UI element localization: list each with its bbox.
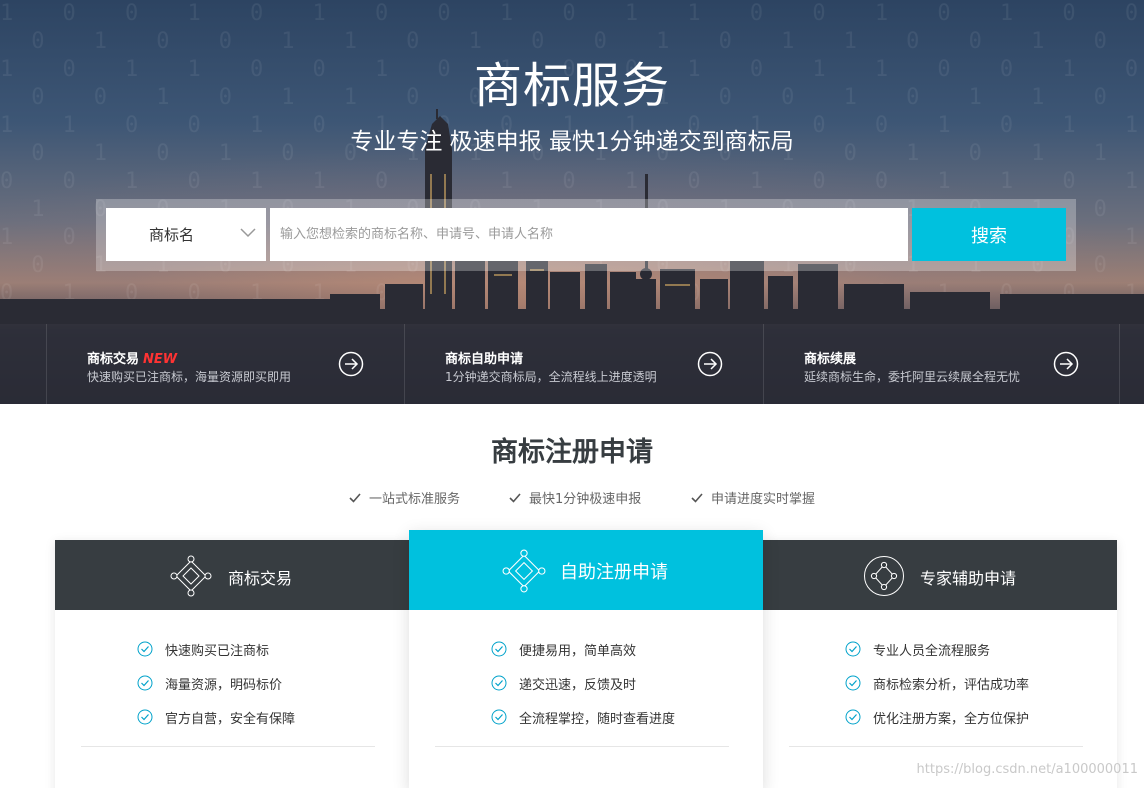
list-item: 专业人员全流程服务 <box>763 640 1117 674</box>
service-description: 快速购买已注商标，海量资源即买即用 <box>87 370 292 384</box>
card-header[interactable]: 自助注册申请 <box>409 530 763 610</box>
search-type-label: 商标名 <box>149 226 195 244</box>
check-circle-icon <box>845 675 861 691</box>
check-circle-icon <box>137 675 153 691</box>
arrow-right-circle-icon[interactable] <box>1053 351 1079 377</box>
check-circle-icon <box>845 641 861 657</box>
chevron-down-icon <box>240 228 256 238</box>
check-circle-icon <box>491 675 507 691</box>
card-divider <box>435 746 729 747</box>
hero-title: 商标服务 <box>473 58 670 114</box>
watermark-text: https://blog.csdn.net/a100000011 <box>916 762 1138 777</box>
list-item: 商标检索分析，评估成功率 <box>763 674 1117 708</box>
list-item: 全流程掌控，随时查看进度 <box>409 708 763 742</box>
search-type-select[interactable]: 商标名 <box>106 208 266 261</box>
list-item: 递交迅速，反馈及时 <box>409 674 763 708</box>
hero-subtitle: 专业专注 极速申报 最快1分钟递交到商标局 <box>350 129 794 155</box>
list-item-text: 全流程掌控，随时查看进度 <box>519 712 676 727</box>
feature-text: 申请进度实时掌握 <box>711 492 816 507</box>
list-item-text: 便捷易用，简单高效 <box>519 644 637 659</box>
check-circle-icon <box>137 709 153 725</box>
feature-item: 最快1分钟极速申报 <box>509 488 641 507</box>
card-expert-assisted: 专家辅助申请 专业人员全流程服务 商标检索分析，评估成功率 优化注册方案，全方位… <box>763 540 1117 788</box>
list-item-text: 专业人员全流程服务 <box>873 644 991 659</box>
service-item-self-application[interactable]: 商标自助申请 1分钟递交商标局，全流程线上进度透明 <box>404 324 763 404</box>
list-item-text: 优化注册方案，全方位保护 <box>873 712 1030 727</box>
list-item: 便捷易用，简单高效 <box>409 640 763 674</box>
service-title-text: 商标交易 <box>87 352 140 367</box>
card-feature-list: 快速购买已注商标 海量资源，明码标价 官方自营，安全有保障 <box>55 640 409 742</box>
new-badge: NEW <box>143 352 178 367</box>
card-header[interactable]: 专家辅助申请 <box>763 540 1117 610</box>
service-description: 1分钟递交商标局，全流程线上进度透明 <box>445 370 657 384</box>
list-item: 官方自营，安全有保障 <box>55 708 409 742</box>
card-title: 自助注册申请 <box>560 562 668 583</box>
service-description: 延续商标生命，委托阿里云续展全程无忧 <box>804 370 1021 384</box>
service-title: 商标续展 <box>804 352 857 367</box>
circle-network-icon <box>864 556 904 596</box>
check-circle-icon <box>491 709 507 725</box>
service-title: 商标自助申请 <box>445 352 524 367</box>
diamond-network-icon <box>502 549 546 593</box>
service-item-renewal[interactable]: 商标续展 延续商标生命，委托阿里云续展全程无忧 <box>763 324 1120 404</box>
service-title: 商标交易 NEW <box>87 348 177 367</box>
check-circle-icon <box>137 641 153 657</box>
search-button[interactable]: 搜索 <box>912 208 1066 261</box>
list-item-text: 商标检索分析，评估成功率 <box>873 678 1030 693</box>
diamond-network-icon <box>170 555 212 597</box>
card-self-registration: 自助注册申请 便捷易用，简单高效 递交迅速，反馈及时 全流程掌控，随时查看进度 <box>409 530 763 788</box>
list-item-text: 海量资源，明码标价 <box>165 678 283 693</box>
feature-item: 申请进度实时掌握 <box>691 488 815 507</box>
list-item-text: 官方自营，安全有保障 <box>165 712 296 727</box>
feature-list: 一站式标准服务 最快1分钟极速申报 申请进度实时掌握 <box>0 488 1144 508</box>
list-item: 快速购买已注商标 <box>55 640 409 674</box>
card-title: 专家辅助申请 <box>920 569 1017 588</box>
feature-item: 一站式标准服务 <box>349 488 460 507</box>
card-divider <box>789 746 1083 747</box>
card-trademark-trade: 商标交易 快速购买已注商标 海量资源，明码标价 官方自营，安全有保障 <box>55 540 409 788</box>
section-title: 商标注册申请 <box>491 437 653 468</box>
check-icon <box>509 493 521 503</box>
search-input[interactable] <box>270 208 908 261</box>
list-item: 优化注册方案，全方位保护 <box>763 708 1117 742</box>
service-item-trademark-trade[interactable]: 商标交易 NEW 快速购买已注商标，海量资源即买即用 <box>46 324 404 404</box>
card-feature-list: 便捷易用，简单高效 递交迅速，反馈及时 全流程掌控，随时查看进度 <box>409 640 763 742</box>
card-divider <box>81 746 375 747</box>
check-circle-icon <box>845 709 861 725</box>
arrow-right-circle-icon[interactable] <box>697 351 723 377</box>
list-item: 海量资源，明码标价 <box>55 674 409 708</box>
card-feature-list: 专业人员全流程服务 商标检索分析，评估成功率 优化注册方案，全方位保护 <box>763 640 1117 742</box>
check-circle-icon <box>491 641 507 657</box>
service-bar: 商标交易 NEW 快速购买已注商标，海量资源即买即用 商标自助申请 1分钟递交商标… <box>0 324 1144 404</box>
hero-banner: 1 0 0 1 0 1 0 0 1 0 1 1 0 0 1 0 1 0 0 1 … <box>0 0 1144 404</box>
card-title: 商标交易 <box>228 569 293 588</box>
search-bar: 商标名 搜索 <box>96 199 1076 271</box>
check-icon <box>349 493 361 503</box>
feature-text: 一站式标准服务 <box>369 492 461 507</box>
card-header[interactable]: 商标交易 <box>55 540 409 610</box>
arrow-right-circle-icon[interactable] <box>338 351 364 377</box>
list-item-text: 递交迅速，反馈及时 <box>519 678 637 693</box>
list-item-text: 快速购买已注商标 <box>165 644 270 659</box>
feature-text: 最快1分钟极速申报 <box>529 492 642 507</box>
check-icon <box>691 493 703 503</box>
